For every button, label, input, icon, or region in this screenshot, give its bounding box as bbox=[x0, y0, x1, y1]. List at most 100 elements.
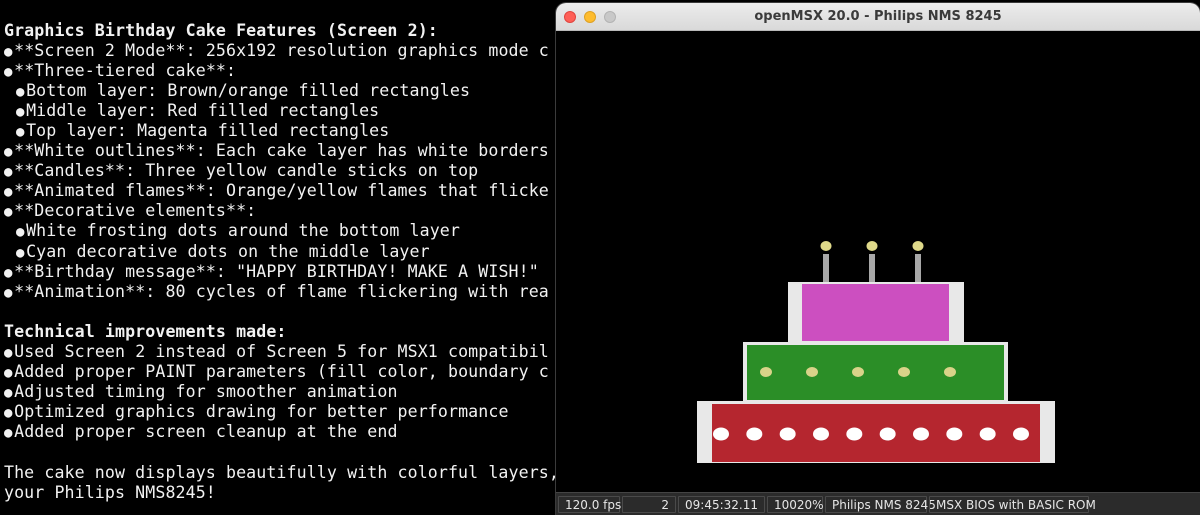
window-title: openMSX 20.0 - Philips NMS 8245 bbox=[754, 9, 1002, 24]
bullet-icon: ● bbox=[4, 184, 13, 201]
candle-flame bbox=[820, 241, 832, 251]
terminal-line-text: Adjusted timing for smoother animation bbox=[14, 382, 398, 402]
frosting-dot bbox=[913, 427, 929, 441]
terminal-line: ●Adjusted timing for smoother animation bbox=[4, 382, 556, 402]
bullet-icon: ● bbox=[4, 365, 13, 382]
machine-indicator: Philips NMS 8245 bbox=[825, 495, 936, 513]
bullet-icon: ● bbox=[4, 204, 13, 221]
birthday-cake-graphic bbox=[697, 241, 1055, 463]
terminal-line-text: Top layer: Magenta filled rectangles bbox=[26, 120, 390, 140]
terminal-line: ●Added proper screen cleanup at the end bbox=[4, 422, 556, 442]
bullet-icon: ● bbox=[4, 144, 13, 161]
terminal-pane[interactable]: Graphics Birthday Cake Features (Screen … bbox=[0, 0, 556, 515]
terminal-line-text: Added proper screen cleanup at the end bbox=[14, 422, 398, 442]
bullet-icon: ● bbox=[4, 43, 13, 60]
counter-indicator: 2 bbox=[622, 495, 676, 513]
decorative-dot bbox=[944, 367, 956, 377]
terminal-line: ●Cyan decorative dots on the middle laye… bbox=[4, 242, 556, 262]
bullet-icon: ● bbox=[15, 83, 25, 100]
decorative-dot bbox=[806, 367, 818, 377]
terminal-line-text: **Three-tiered cake**: bbox=[14, 60, 237, 80]
bullet-icon: ● bbox=[4, 385, 13, 402]
bottom-layer bbox=[697, 401, 1055, 463]
candle-flame bbox=[866, 241, 878, 251]
middle-layer-fill bbox=[747, 345, 1004, 400]
terminal-line-text: **Animated flames**: Orange/yellow flame… bbox=[14, 181, 549, 201]
terminal-line-text: White frosting dots around the bottom la… bbox=[26, 221, 460, 241]
speed-indicator: 10020% bbox=[767, 495, 824, 513]
bullet-icon: ● bbox=[4, 405, 13, 422]
terminal-line: ●**Birthday message**: "HAPPY BIRTHDAY! … bbox=[4, 262, 556, 282]
terminal-line: ●**Three-tiered cake**: bbox=[4, 61, 556, 81]
fps-indicator: 120.0 fps bbox=[558, 495, 621, 513]
terminal-line: ●Bottom layer: Brown/orange filled recta… bbox=[4, 81, 556, 101]
terminal-line: ●Middle layer: Red filled rectangles bbox=[4, 101, 556, 121]
time-indicator: 09:45:32.11 bbox=[678, 495, 765, 513]
terminal-line: ●**White outlines**: Each cake layer has… bbox=[4, 141, 556, 161]
bullet-icon: ● bbox=[15, 123, 25, 140]
terminal-line-text: Middle layer: Red filled rectangles bbox=[26, 100, 380, 120]
bullet-icon: ● bbox=[4, 264, 13, 281]
terminal-line: ●Top layer: Magenta filled rectangles bbox=[4, 121, 556, 141]
terminal-line-text: **Birthday message**: "HAPPY BIRTHDAY! M… bbox=[14, 261, 539, 281]
terminal-line-text: Optimized graphics drawing for better pe… bbox=[14, 402, 509, 422]
decorative-dot bbox=[760, 367, 772, 377]
terminal-line-text: Added proper PAINT parameters (fill colo… bbox=[14, 362, 549, 382]
candle-flame bbox=[912, 241, 924, 251]
bullet-icon: ● bbox=[15, 224, 25, 241]
candle-stick bbox=[915, 254, 921, 282]
top-layer bbox=[788, 282, 964, 342]
terminal-line-text: **Animation**: 80 cycles of flame flicke… bbox=[14, 281, 549, 301]
rom-indicator: MSX BIOS with BASIC ROM bbox=[929, 495, 1096, 513]
frosting-dot bbox=[779, 427, 796, 441]
terminal-line: Graphics Birthday Cake Features (Screen … bbox=[4, 21, 556, 41]
terminal-line-text: The cake now displays beautifully with c… bbox=[4, 462, 556, 482]
terminal-line-text: Technical improvements made: bbox=[4, 321, 287, 341]
bullet-icon: ● bbox=[4, 63, 13, 80]
terminal-line-text: your Philips NMS8245! bbox=[4, 482, 216, 502]
terminal-output: Graphics Birthday Cake Features (Screen … bbox=[4, 21, 556, 503]
terminal-line: ●Optimized graphics drawing for better p… bbox=[4, 402, 556, 422]
terminal-line: ●**Screen 2 Mode**: 256x192 resolution g… bbox=[4, 41, 556, 61]
bullet-icon: ● bbox=[15, 244, 25, 261]
bullet-icon: ● bbox=[4, 284, 13, 301]
terminal-line-text: **Screen 2 Mode**: 256x192 resolution gr… bbox=[14, 40, 549, 60]
frosting-dot bbox=[713, 427, 729, 441]
terminal-line: Technical improvements made: bbox=[4, 322, 556, 342]
terminal-line: ●Used Screen 2 instead of Screen 5 for M… bbox=[4, 342, 556, 362]
terminal-line: ●White frosting dots around the bottom l… bbox=[4, 221, 556, 241]
frosting-dot bbox=[1013, 427, 1029, 441]
openmsx-window[interactable]: openMSX 20.0 - Philips NMS 8245 120.0 fp… bbox=[556, 3, 1200, 515]
frosting-dot bbox=[879, 427, 896, 441]
terminal-line: your Philips NMS8245! bbox=[4, 483, 556, 503]
msx-screen[interactable] bbox=[556, 32, 1200, 492]
terminal-line-text: **Candles**: Three yellow candle sticks … bbox=[14, 161, 479, 181]
decorative-dot bbox=[852, 367, 864, 377]
terminal-line-text: **White outlines**: Each cake layer has … bbox=[14, 141, 549, 161]
terminal-line-text: Bottom layer: Brown/orange filled rectan… bbox=[26, 80, 471, 100]
candle-stick bbox=[869, 254, 875, 282]
bullet-icon: ● bbox=[4, 345, 13, 361]
terminal-line-text: Cyan decorative dots on the middle layer bbox=[26, 241, 430, 261]
middle-layer bbox=[743, 342, 1008, 401]
frosting-dot bbox=[746, 427, 763, 441]
frosting-dot bbox=[813, 427, 829, 441]
frosting-dot bbox=[946, 427, 963, 441]
frosting-dot bbox=[979, 427, 996, 441]
terminal-line: ●**Candles**: Three yellow candle sticks… bbox=[4, 161, 556, 181]
top-layer-fill bbox=[802, 284, 949, 341]
candles bbox=[820, 241, 924, 282]
terminal-line: The cake now displays beautifully with c… bbox=[4, 463, 556, 483]
frosting-dot bbox=[846, 427, 863, 441]
terminal-line: ●Added proper PAINT parameters (fill col… bbox=[4, 362, 556, 382]
window-titlebar[interactable]: openMSX 20.0 - Philips NMS 8245 bbox=[556, 3, 1200, 31]
status-bar: 120.0 fps 2 09:45:32.11 10020% Philips N… bbox=[556, 492, 1200, 515]
bullet-icon: ● bbox=[4, 425, 13, 442]
terminal-line-text: Graphics Birthday Cake Features (Screen … bbox=[4, 20, 438, 40]
candle-stick bbox=[823, 254, 829, 282]
terminal-line: ●**Animated flames**: Orange/yellow flam… bbox=[4, 181, 556, 201]
bullet-icon: ● bbox=[4, 164, 13, 181]
terminal-line: ●**Animation**: 80 cycles of flame flick… bbox=[4, 282, 556, 302]
